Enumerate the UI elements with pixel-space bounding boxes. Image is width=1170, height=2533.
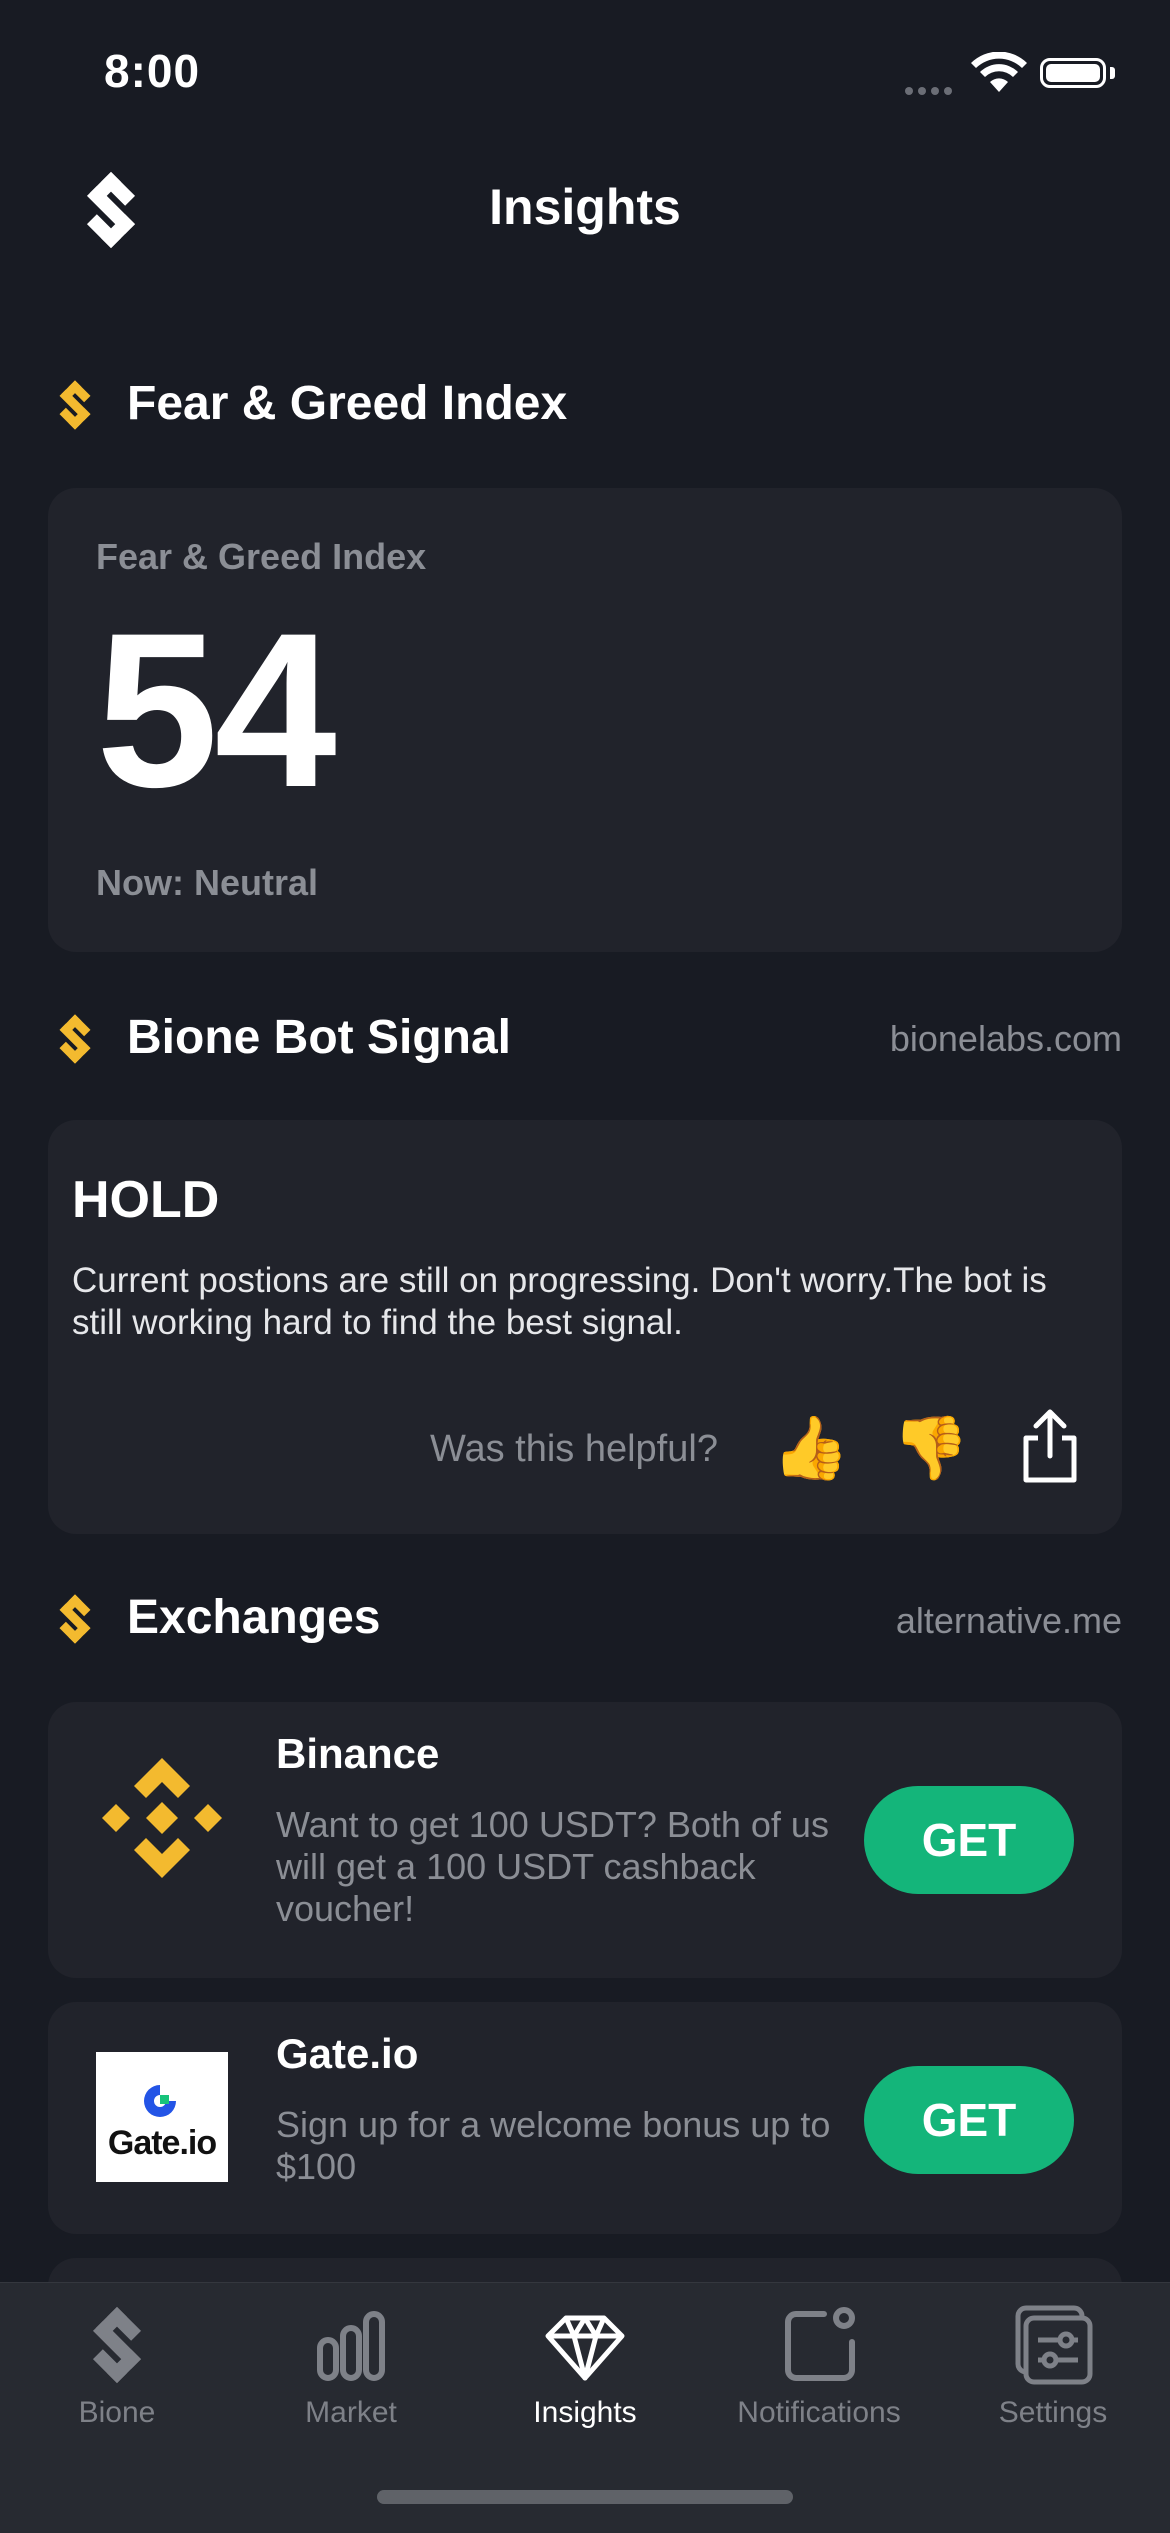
bione-section-icon	[59, 1594, 91, 1644]
tab-market[interactable]: Market	[234, 2300, 468, 2430]
thumbs-up-button[interactable]: 👍	[772, 1412, 849, 1485]
helpful-prompt: Was this helpful?	[430, 1428, 718, 1470]
signal-description: Current postions are still on progressin…	[72, 1261, 1047, 1342]
cellular-signal-icon	[905, 82, 957, 100]
tab-bione[interactable]: Bione	[0, 2300, 234, 2430]
get-binance-button[interactable]: GET	[864, 1786, 1074, 1894]
bar-chart-icon	[317, 2311, 385, 2381]
exchange-description: Sign up for a welcome bonus up to $100	[276, 2104, 831, 2187]
settings-sliders-icon	[1015, 2305, 1093, 2385]
section-title-fear-greed: Fear & Greed Index	[127, 377, 568, 430]
gateio-logo: Gate.io	[96, 2052, 228, 2182]
bione-section-icon	[59, 1014, 91, 1064]
status-time: 8:00	[104, 45, 201, 97]
exchange-name: Binance	[276, 1730, 440, 1777]
section-title-bot-signal: Bione Bot Signal	[127, 1011, 511, 1064]
bione-logo-icon	[92, 2306, 142, 2384]
binance-logo-icon	[102, 1758, 222, 1878]
exchanges-source-link[interactable]: alternative.me	[896, 1600, 1122, 1642]
fear-greed-label: Fear & Greed Index	[96, 536, 427, 577]
notification-icon	[785, 2307, 855, 2381]
tab-label: Market	[305, 2396, 397, 2429]
diamond-icon	[545, 2315, 625, 2381]
bione-section-icon	[59, 380, 91, 430]
tab-label: Notifications	[737, 2396, 901, 2429]
exchange-name: Gate.io	[276, 2030, 419, 2077]
tab-settings[interactable]: Settings	[936, 2300, 1170, 2430]
fear-greed-status: Now: Neutral	[96, 862, 319, 903]
battery-tip	[1110, 67, 1115, 79]
bot-signal-source-link[interactable]: bionelabs.com	[890, 1018, 1122, 1060]
tab-label: Settings	[998, 2396, 1108, 2429]
signal-label: HOLD	[72, 1171, 220, 1229]
tab-insights[interactable]: Insights	[468, 2300, 702, 2430]
gateio-ring-icon	[144, 2085, 176, 2117]
fear-greed-value: 54	[96, 587, 337, 833]
exchange-description: Want to get 100 USDT? Both of us will ge…	[276, 1804, 829, 1929]
get-gateio-button[interactable]: GET	[864, 2066, 1074, 2174]
wifi-icon	[971, 52, 1027, 92]
tab-notifications[interactable]: Notifications	[702, 2300, 936, 2430]
tab-label: Insights	[533, 2396, 637, 2429]
battery-icon	[1040, 58, 1106, 88]
tab-label: Bione	[78, 2396, 156, 2429]
section-title-exchanges: Exchanges	[127, 1591, 381, 1644]
gateio-logo-text: Gate.io	[107, 2124, 217, 2162]
page-title: Insights	[489, 179, 681, 235]
home-indicator	[377, 2490, 793, 2504]
share-icon[interactable]	[1018, 1408, 1082, 1484]
thumbs-down-button[interactable]: 👎	[892, 1412, 969, 1485]
